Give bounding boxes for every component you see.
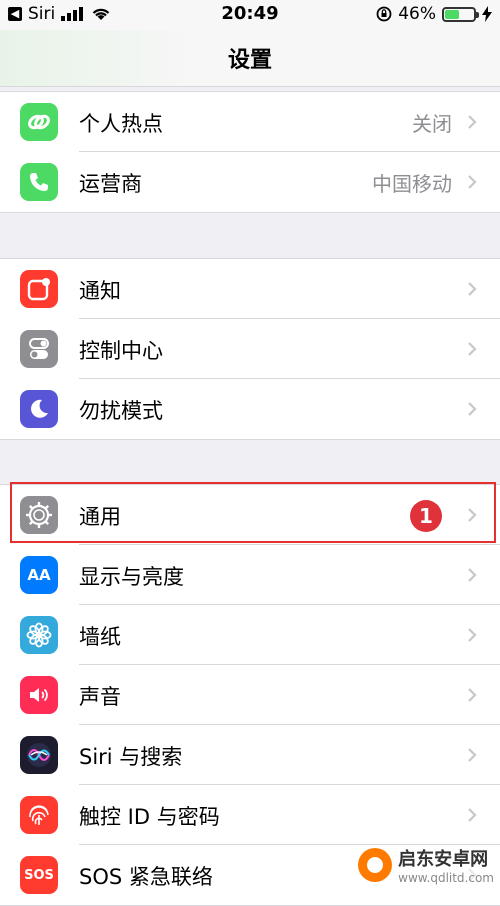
fingerprint-icon <box>20 796 58 834</box>
sos-icon: SOS <box>20 856 58 894</box>
settings-row-value: 关闭 <box>412 112 452 136</box>
settings-row-label: 触控 ID 与密码 <box>79 805 220 829</box>
settings-row-value: 中国移动 <box>372 172 452 196</box>
flower-icon <box>20 616 58 654</box>
battery-icon <box>442 6 479 22</box>
settings-row-label: Siri 与搜索 <box>79 745 183 769</box>
chevron-right-icon <box>468 342 477 356</box>
site-watermark: 启东安卓网 www.qdlitd.com <box>358 845 494 885</box>
settings-row-label: 控制中心 <box>79 339 163 363</box>
settings-row-display[interactable]: AA 显示与亮度 <box>0 545 500 605</box>
settings-row-hotspot[interactable]: 个人热点 关闭 <box>0 92 500 152</box>
settings-group-general: 通用 1 AA 显示与亮度 墙纸 声音 Siri 与搜索 触控 ID 与密码 S… <box>0 484 500 906</box>
settings-row-carrier[interactable]: 运营商 中国移动 <box>0 152 500 212</box>
watermark-logo-icon <box>358 848 393 882</box>
watermark-title: 启东安卓网 <box>398 849 489 870</box>
page-title: 设置 <box>227 48 272 73</box>
settings-group-notifications: 通知 控制中心 勿扰模式 <box>0 258 500 440</box>
settings-row-sounds[interactable]: 声音 <box>0 665 500 725</box>
settings-row-label: 声音 <box>79 685 121 709</box>
gear-icon <box>20 496 58 534</box>
chevron-right-icon <box>468 115 477 129</box>
chevron-right-icon <box>468 402 477 416</box>
settings-row-control-center[interactable]: 控制中心 <box>0 319 500 379</box>
settings-row-label: 通用 <box>79 505 121 529</box>
settings-row-touch-id[interactable]: 触控 ID 与密码 <box>0 785 500 845</box>
settings-row-siri[interactable]: Siri 与搜索 <box>0 725 500 785</box>
moon-icon <box>20 390 58 428</box>
chevron-right-icon <box>468 628 477 642</box>
settings-row-wallpaper[interactable]: 墙纸 <box>0 605 500 665</box>
settings-row-label: 勿扰模式 <box>79 399 163 423</box>
watermark-url: www.qdlitd.com <box>398 871 494 885</box>
chevron-right-icon <box>468 808 477 822</box>
rotation-lock-icon <box>376 6 392 22</box>
chevron-right-icon <box>468 748 477 762</box>
notification-icon <box>20 270 58 308</box>
settings-row-label: 墙纸 <box>79 625 121 649</box>
update-badge: 1 <box>410 500 442 532</box>
settings-row-general[interactable]: 通用 1 <box>0 485 500 545</box>
chevron-right-icon <box>468 688 477 702</box>
settings-row-label: 运营商 <box>79 172 142 196</box>
settings-row-label: 通知 <box>79 279 121 303</box>
settings-row-notifications[interactable]: 通知 <box>0 259 500 319</box>
settings-row-label: SOS 紧急联络 <box>79 865 213 889</box>
nav-bar: 设置 <box>0 30 500 87</box>
settings-row-do-not-disturb[interactable]: 勿扰模式 <box>0 379 500 439</box>
siri-icon <box>20 736 58 774</box>
battery-percent: 46% <box>398 4 436 24</box>
settings-row-label: 个人热点 <box>79 112 163 136</box>
settings-row-label: 显示与亮度 <box>79 565 184 589</box>
phone-icon <box>20 163 58 201</box>
settings-group-network: 个人热点 关闭 运营商 中国移动 <box>0 91 500 213</box>
link-icon <box>20 103 58 141</box>
status-bar: ◀ Siri 20:49 46% <box>0 0 500 30</box>
speaker-icon <box>20 676 58 714</box>
chevron-right-icon <box>468 175 477 189</box>
chevron-right-icon <box>468 282 477 296</box>
charging-bolt-icon <box>482 6 492 22</box>
toggle-icon <box>20 330 58 368</box>
chevron-right-icon <box>468 568 477 582</box>
text-size-icon: AA <box>20 556 58 594</box>
chevron-right-icon <box>468 508 477 522</box>
